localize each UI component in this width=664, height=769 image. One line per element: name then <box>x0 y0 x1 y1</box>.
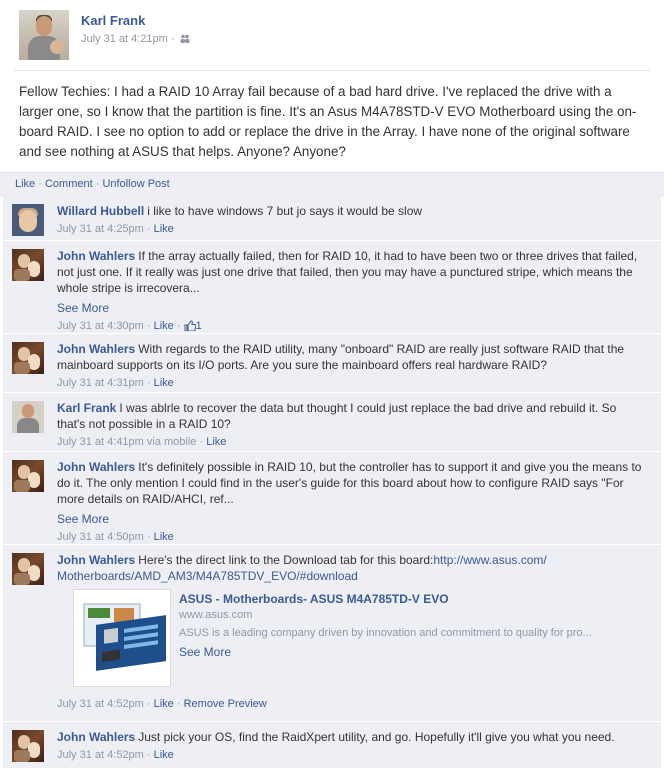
comment-timestamp[interactable]: July 31 at 4:30pm <box>57 320 144 332</box>
comment-meta-wrap: July 31 at 4:52pm · Like · Remove Previe… <box>57 696 647 712</box>
comment-like-link[interactable]: Like <box>206 436 226 448</box>
comment-meta: July 31 at 4:52pm · Like <box>57 749 174 761</box>
preview-site: www.asus.com <box>179 609 253 621</box>
like-count[interactable]: 1 <box>196 320 202 332</box>
comment-author[interactable]: John Wahlers <box>57 553 135 567</box>
comment-meta: July 31 at 4:50pm · Like <box>57 531 174 543</box>
comment-like-link[interactable]: Like <box>154 749 174 761</box>
comment-item: John Wahlers Here's the direct link to th… <box>3 545 661 722</box>
comment-meta: July 31 at 4:52pm · Like · Remove Previe… <box>57 698 267 710</box>
commenter-avatar[interactable] <box>12 401 44 433</box>
post-body: Fellow Techies: I had a RAID 10 Array fa… <box>19 84 637 159</box>
remove-preview-link[interactable]: Remove Preview <box>184 698 267 710</box>
comment-like-link[interactable]: Like <box>154 531 174 543</box>
post-meta: July 31 at 4:21pm · <box>81 33 190 45</box>
post-author-name[interactable]: Karl Frank <box>81 13 145 28</box>
comment-timestamp[interactable]: July 31 at 4:31pm <box>57 377 144 389</box>
comment-timestamp[interactable]: July 31 at 4:41pm via mobile <box>57 436 196 448</box>
comment-text: I was ablrle to recover the data but tho… <box>57 401 617 431</box>
comment-timestamp[interactable]: July 31 at 4:52pm <box>57 749 144 761</box>
author-avatar[interactable] <box>19 10 69 60</box>
meta-separator: · <box>170 33 175 45</box>
see-more-link[interactable]: See More <box>57 511 647 527</box>
comment-item: Karl Frank I was ablrle to recover the da… <box>3 393 661 452</box>
action-separator: · <box>38 178 42 190</box>
comment-author[interactable]: John Wahlers <box>57 249 135 263</box>
comment-author[interactable]: Willard Hubbell <box>57 204 144 218</box>
comment-item: John Wahlers With regards to the RAID uti… <box>3 334 661 393</box>
comment-meta: July 31 at 4:25pm · Like <box>57 223 174 235</box>
preview-thumbnail[interactable] <box>73 589 171 687</box>
comment-timestamp[interactable]: July 31 at 4:50pm <box>57 531 144 543</box>
comment-like-link[interactable]: Like <box>154 223 174 235</box>
comment-text: If the array actually failed, then for R… <box>57 249 638 295</box>
preview-title[interactable]: ASUS - Motherboards- ASUS M4A785TD-V EVO <box>179 592 449 606</box>
comment-author[interactable]: John Wahlers <box>57 460 135 474</box>
comment-author[interactable]: John Wahlers <box>57 730 135 744</box>
commenter-avatar[interactable] <box>12 460 44 492</box>
comment-text: Just pick your OS, find the RaidXpert ut… <box>138 730 615 744</box>
preview-description: ASUS is a leading company driven by inno… <box>179 627 592 639</box>
see-more-link[interactable]: See More <box>57 300 647 316</box>
divider <box>14 70 650 71</box>
comment-meta: July 31 at 4:30pm · Like · 1 <box>57 320 202 332</box>
comment-like-link[interactable]: Like <box>154 377 174 389</box>
comment-text: i like to have windows 7 but jo says it … <box>147 204 423 218</box>
comment-author[interactable]: Karl Frank <box>57 401 116 415</box>
link-preview[interactable]: ASUS - Motherboards- ASUS M4A785TD-V EVO… <box>73 589 643 689</box>
like-link[interactable]: Like <box>15 178 35 190</box>
preview-see-more-link[interactable]: See More <box>179 645 231 659</box>
comment-item: John Wahlers It's definitely possible in … <box>3 452 661 545</box>
commenter-avatar[interactable] <box>12 249 44 281</box>
comment-text: With regards to the RAID utility, many "… <box>57 342 625 372</box>
audience-friends-icon[interactable] <box>180 34 190 43</box>
commenter-avatar[interactable] <box>12 730 44 762</box>
comment-link[interactable]: Comment <box>45 178 93 190</box>
comment-like-link[interactable]: Like <box>154 698 174 710</box>
thumbs-up-icon[interactable] <box>184 320 197 332</box>
comment-author[interactable]: John Wahlers <box>57 342 135 356</box>
comment-meta: July 31 at 4:41pm via mobile · Like <box>57 436 227 448</box>
comment-timestamp[interactable]: July 31 at 4:25pm <box>57 223 144 235</box>
post-actions: Like · Comment · Unfollow Post <box>0 172 664 197</box>
comment-item: Willard Hubbell i like to have windows 7 … <box>3 196 661 241</box>
comment-timestamp[interactable]: July 31 at 4:52pm <box>57 698 144 710</box>
comment-text: It's definitely possible in RAID 10, but… <box>57 460 642 506</box>
comment-text: Here's the direct link to the Download t… <box>138 553 434 567</box>
unfollow-post-link[interactable]: Unfollow Post <box>102 178 169 190</box>
comment-like-link[interactable]: Like <box>154 320 174 332</box>
comment-item: John Wahlers Just pick your OS, find the … <box>3 722 661 769</box>
commenter-avatar[interactable] <box>12 553 44 585</box>
comment-meta: July 31 at 4:31pm · Like <box>57 377 174 389</box>
action-separator: · <box>95 178 100 190</box>
post-header: Karl Frank July 31 at 4:21pm · <box>0 0 664 68</box>
comment-item: John Wahlers If the array actually failed… <box>3 241 661 334</box>
post-timestamp[interactable]: July 31 at 4:21pm <box>81 33 168 45</box>
commenter-avatar[interactable] <box>12 342 44 374</box>
commenter-avatar[interactable] <box>12 204 44 236</box>
